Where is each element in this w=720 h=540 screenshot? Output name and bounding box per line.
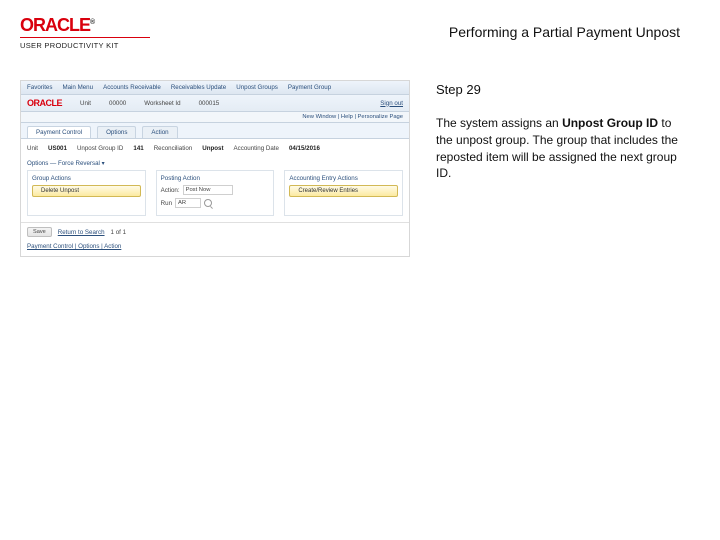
menu-item[interactable]: Accounts Receivable [103,84,161,91]
panel-heading: Group Actions [32,175,141,182]
unpost-group-id-label: Unpost Group ID [77,145,123,152]
posting-action-panel: Posting Action Action: Post Now Run AR [156,170,275,216]
header: ORACLE® USER PRODUCTIVITY KIT Performing… [0,0,720,56]
instruction-text: The system assigns an Unpost Group ID to… [436,115,686,182]
unit-value: US001 [48,145,67,152]
menu-item[interactable]: Receivables Update [171,84,226,91]
logo-text: ORACLE [20,15,90,35]
main: Favorites Main Menu Accounts Receivable … [0,56,720,257]
oracle-logo: ORACLE® [20,16,150,34]
brand-divider [20,37,150,38]
menu-item[interactable]: Main Menu [62,84,93,91]
instruction-column: Step 29 The system assigns an Unpost Gro… [436,80,686,257]
screenshot-content: Unit US001 Unpost Group ID 141 Reconcili… [21,139,409,222]
reconciliation-label: Reconciliation [154,145,193,152]
tab-options[interactable]: Options [97,126,136,138]
lookup-icon[interactable] [204,199,212,207]
brand: ORACLE® USER PRODUCTIVITY KIT [20,16,150,50]
run-input[interactable]: AR [175,198,201,208]
instruction-bold: Unpost Group ID [562,116,658,130]
panel-heading: Posting Action [161,175,270,182]
sign-out-link[interactable]: Sign out [380,100,403,107]
section-heading: Options — Force Reversal ▾ [27,156,403,167]
step-label: Step 29 [436,82,686,97]
util-bar[interactable]: New Window | Help | Personalize Page [21,112,409,123]
menubar: Favorites Main Menu Accounts Receivable … [21,81,409,95]
run-label: Run [161,200,172,207]
page-title: Performing a Partial Payment Unpost [449,24,680,40]
delete-unpost-button[interactable]: Delete Unpost [32,185,141,197]
create-review-entries-button[interactable]: Create/Review Entries [289,185,398,197]
reconciliation-value: Unpost [202,145,223,152]
logo-tm: ® [90,19,94,26]
menu-item[interactable]: Payment Group [288,84,331,91]
tab-bar: Payment Control Options Action [21,123,409,139]
save-button[interactable]: Save [27,227,52,237]
mini-oracle-logo: ORACLE [27,98,62,108]
accounting-entry-actions-panel: Accounting Entry Actions Create/Review E… [284,170,403,216]
brand-subline: USER PRODUCTIVITY KIT [20,41,150,50]
menu-item[interactable]: Unpost Groups [236,84,278,91]
panel-heading: Accounting Entry Actions [289,175,398,182]
ctx-ws-label: Worksheet Id [144,100,180,107]
action-input[interactable]: Post Now [183,185,233,195]
field-row: Unit US001 Unpost Group ID 141 Reconcili… [27,145,403,152]
ctx-unit-value: 00000 [109,100,126,107]
return-to-search-link[interactable]: Return to Search [58,229,105,236]
unit-label: Unit [27,145,38,152]
page-indicator: 1 of 1 [111,229,126,236]
menu-item[interactable]: Favorites [27,84,52,91]
ctx-ws-value: 000015 [199,100,220,107]
action-field: Action: Post Now [161,185,270,195]
instruction-part-a: The system assigns an [436,116,562,130]
accounting-date-label: Accounting Date [234,145,279,152]
footer-links: Payment Control | Options | Action [21,241,409,256]
group-actions-panel: Group Actions Delete Unpost [27,170,146,216]
app-screenshot: Favorites Main Menu Accounts Receivable … [20,80,410,257]
ctx-unit-label: Unit [80,100,91,107]
screenshot-footer: Save Return to Search 1 of 1 [21,222,409,241]
action-label: Action: [161,187,180,194]
logo-row: ORACLE Unit 00000 Worksheet Id 000015 Si… [21,95,409,112]
footer-tab-links[interactable]: Payment Control | Options | Action [27,243,121,250]
tab-payment-control[interactable]: Payment Control [27,126,91,138]
panels: Group Actions Delete Unpost Posting Acti… [27,170,403,216]
run-field: Run AR [161,198,270,208]
tab-action[interactable]: Action [142,126,177,138]
accounting-date-value: 04/15/2016 [289,145,320,152]
unpost-group-id-value: 141 [133,145,143,152]
